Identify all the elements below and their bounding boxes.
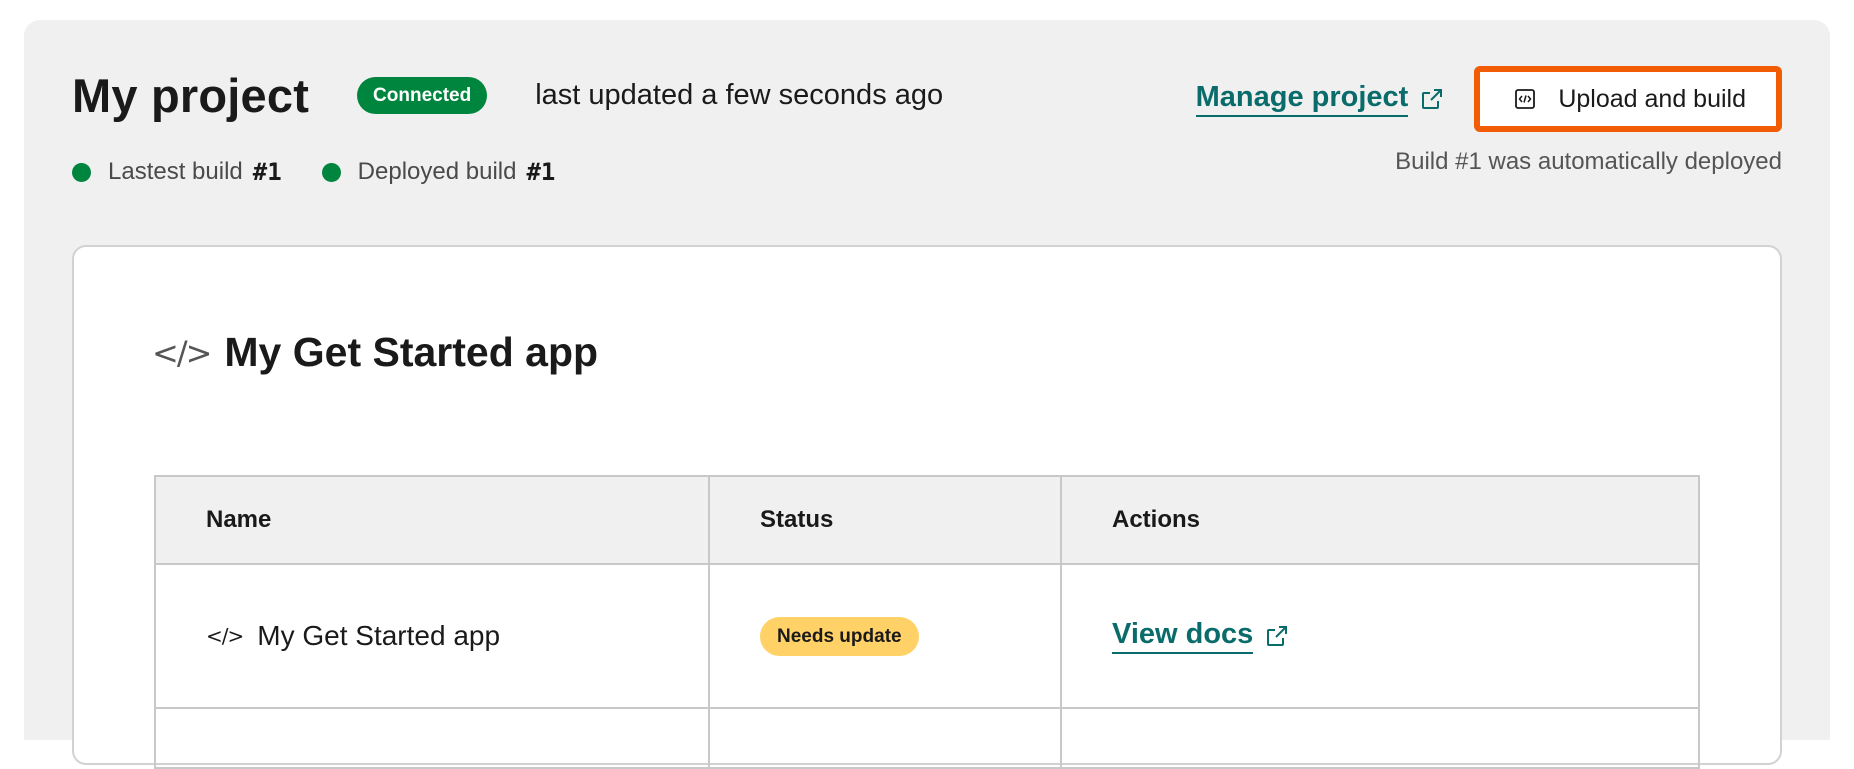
page-title: My project <box>72 69 310 122</box>
app-name-label: My Get Started app <box>257 620 501 651</box>
code-icon: </> <box>152 333 212 372</box>
status-badge: Needs update <box>760 616 919 656</box>
column-header-name: Name <box>154 475 710 565</box>
upload-and-build-button[interactable]: Upload and build <box>1474 66 1782 132</box>
latest-build-label: Lastest build <box>108 158 243 185</box>
apps-table: Name Status Actions </> My Get Started a… <box>154 475 1700 769</box>
app-card-title: My Get Started app <box>224 329 599 375</box>
deployed-build-label: Deployed build <box>357 158 517 185</box>
table-header-row: Name Status Actions <box>154 475 1700 565</box>
view-docs-label: View docs <box>1112 618 1254 654</box>
table-cell-name: </> My Get Started app <box>154 563 710 709</box>
deployed-build: Deployed build #1 <box>321 158 556 186</box>
table-cell-empty <box>154 707 710 769</box>
column-header-status: Status <box>708 475 1062 565</box>
project-panel: My project Connected last updated a few … <box>24 20 1830 769</box>
deployed-build-status-dot <box>321 162 341 182</box>
last-updated-text: last updated a few seconds ago <box>535 79 944 111</box>
table-row: </> My Get Started app Needs update View… <box>154 563 1700 709</box>
table-cell-actions: View docs <box>1060 563 1700 709</box>
external-link-icon <box>1267 626 1288 646</box>
code-box-icon <box>1515 89 1536 109</box>
view-docs-link[interactable]: View docs <box>1112 618 1289 654</box>
code-icon: </> <box>206 624 244 648</box>
column-header-actions: Actions <box>1060 475 1700 565</box>
table-cell-empty <box>1060 707 1700 769</box>
table-row <box>154 707 1700 769</box>
app-card-header: </> My Get Started app <box>152 329 598 376</box>
external-link-icon <box>1422 89 1443 109</box>
project-header: My project Connected last updated a few … <box>72 68 943 123</box>
app-card: </> My Get Started app Name Status Actio… <box>72 245 1782 769</box>
table-cell-status: Needs update <box>708 563 1062 709</box>
builds-status-row: Lastest build #1 Deployed build #1 <box>72 158 595 186</box>
latest-build: Lastest build #1 <box>72 158 282 186</box>
upload-and-build-label: Upload and build <box>1558 84 1746 113</box>
deploy-note: Build #1 was automatically deployed <box>1395 148 1782 175</box>
latest-build-status-dot <box>72 162 91 182</box>
header-actions: Manage project Upload and build <box>1195 66 1782 132</box>
app-name: </> My Get Started app <box>206 620 658 652</box>
manage-project-link[interactable]: Manage project <box>1195 81 1445 117</box>
latest-build-number: #1 <box>252 158 282 186</box>
connected-badge: Connected <box>357 77 488 114</box>
deployed-build-number: #1 <box>526 158 556 186</box>
manage-project-label: Manage project <box>1195 81 1409 117</box>
table-cell-empty <box>708 707 1062 769</box>
